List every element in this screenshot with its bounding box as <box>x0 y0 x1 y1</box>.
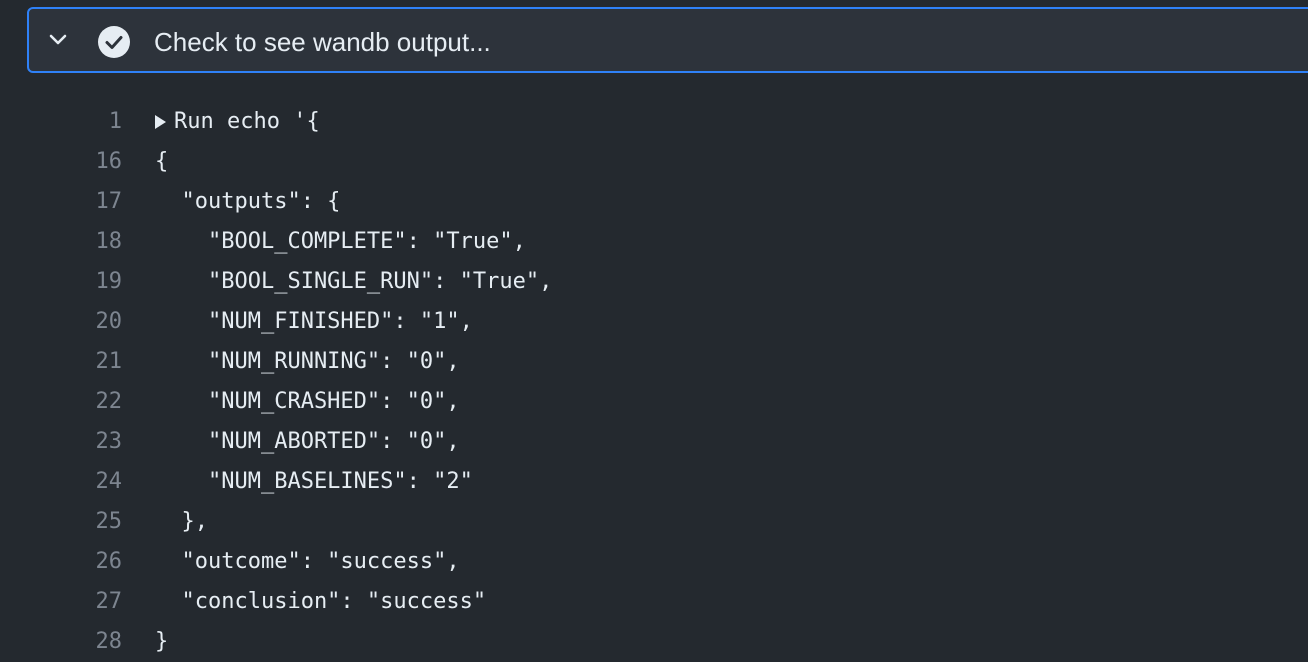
line-number[interactable]: 23 <box>70 422 123 462</box>
line-content: "conclusion": "success" <box>155 582 486 622</box>
line-number[interactable]: 20 <box>70 302 123 342</box>
log-line: 22 "NUM_CRASHED": "0", <box>0 382 1308 422</box>
line-text: { <box>155 149 169 174</box>
line-content: "BOOL_COMPLETE": "True", <box>155 222 526 262</box>
expand-caret-icon[interactable] <box>155 115 166 129</box>
line-content: }, <box>155 502 208 542</box>
line-content: "NUM_CRASHED": "0", <box>155 382 460 422</box>
step-title: Check to see wandb output... <box>154 27 491 57</box>
line-text: "conclusion": "success" <box>155 589 487 614</box>
line-text: } <box>155 629 169 654</box>
log-line: 21 "NUM_RUNNING": "0", <box>0 342 1308 382</box>
line-content: "BOOL_SINGLE_RUN": "True", <box>155 262 552 302</box>
check-circle-icon <box>98 26 130 58</box>
line-number[interactable]: 22 <box>70 382 123 422</box>
line-text: "NUM_RUNNING": "0", <box>155 349 460 374</box>
line-number[interactable]: 17 <box>70 182 123 222</box>
line-number[interactable]: 26 <box>70 542 123 582</box>
line-text: "BOOL_COMPLETE": "True", <box>155 229 526 254</box>
log-line: 28} <box>0 622 1308 662</box>
line-number[interactable]: 21 <box>70 342 123 382</box>
line-number[interactable]: 19 <box>70 262 123 302</box>
line-text: }, <box>155 509 208 534</box>
chevron-down-icon[interactable] <box>49 33 67 47</box>
log-line: 25 }, <box>0 502 1308 542</box>
line-text: Run echo '{ <box>174 109 320 134</box>
line-number[interactable]: 1 <box>70 102 122 142</box>
log-line: 17 "outputs": { <box>0 182 1308 222</box>
line-content: { <box>155 142 168 182</box>
line-text: "outcome": "success", <box>155 549 460 574</box>
line-content: "NUM_BASELINES": "2" <box>155 462 473 502</box>
log-line: 27 "conclusion": "success" <box>0 582 1308 622</box>
line-content: "NUM_RUNNING": "0", <box>155 342 460 382</box>
line-content: } <box>155 622 168 662</box>
line-text: "NUM_CRASHED": "0", <box>155 389 460 414</box>
log-line[interactable]: 1 Run echo '{ <box>0 102 1308 142</box>
log-line: 20 "NUM_FINISHED": "1", <box>0 302 1308 342</box>
line-content: "outcome": "success", <box>155 542 460 582</box>
line-number[interactable]: 25 <box>70 502 123 542</box>
line-number[interactable]: 24 <box>70 462 123 502</box>
line-text: "NUM_FINISHED": "1", <box>155 309 473 334</box>
line-content: Run echo '{ <box>155 102 320 142</box>
log-line: 26 "outcome": "success", <box>0 542 1308 582</box>
log-line: 16 { <box>0 142 1308 182</box>
log-line: 18 "BOOL_COMPLETE": "True", <box>0 222 1308 262</box>
line-text: "NUM_ABORTED": "0", <box>155 429 460 454</box>
line-text: "outputs": { <box>155 189 341 214</box>
line-content: "NUM_FINISHED": "1", <box>155 302 473 342</box>
line-number[interactable]: 18 <box>70 222 123 262</box>
line-number[interactable]: 27 <box>70 582 123 622</box>
line-text: "NUM_BASELINES": "2" <box>155 469 473 494</box>
log-line: 19 "BOOL_SINGLE_RUN": "True", <box>0 262 1308 302</box>
log-line: 23 "NUM_ABORTED": "0", <box>0 422 1308 462</box>
step-header[interactable]: Check to see wandb output... <box>27 7 1308 73</box>
log-output: 1 Run echo '{16{17 "outputs": {18 "BOOL_C… <box>0 102 1308 662</box>
line-number[interactable]: 28 <box>70 622 123 662</box>
line-content: "outputs": { <box>155 182 340 222</box>
log-line: 24 "NUM_BASELINES": "2" <box>0 462 1308 502</box>
line-content: "NUM_ABORTED": "0", <box>155 422 460 462</box>
line-number[interactable]: 16 <box>70 142 123 182</box>
line-text: "BOOL_SINGLE_RUN": "True", <box>155 269 553 294</box>
